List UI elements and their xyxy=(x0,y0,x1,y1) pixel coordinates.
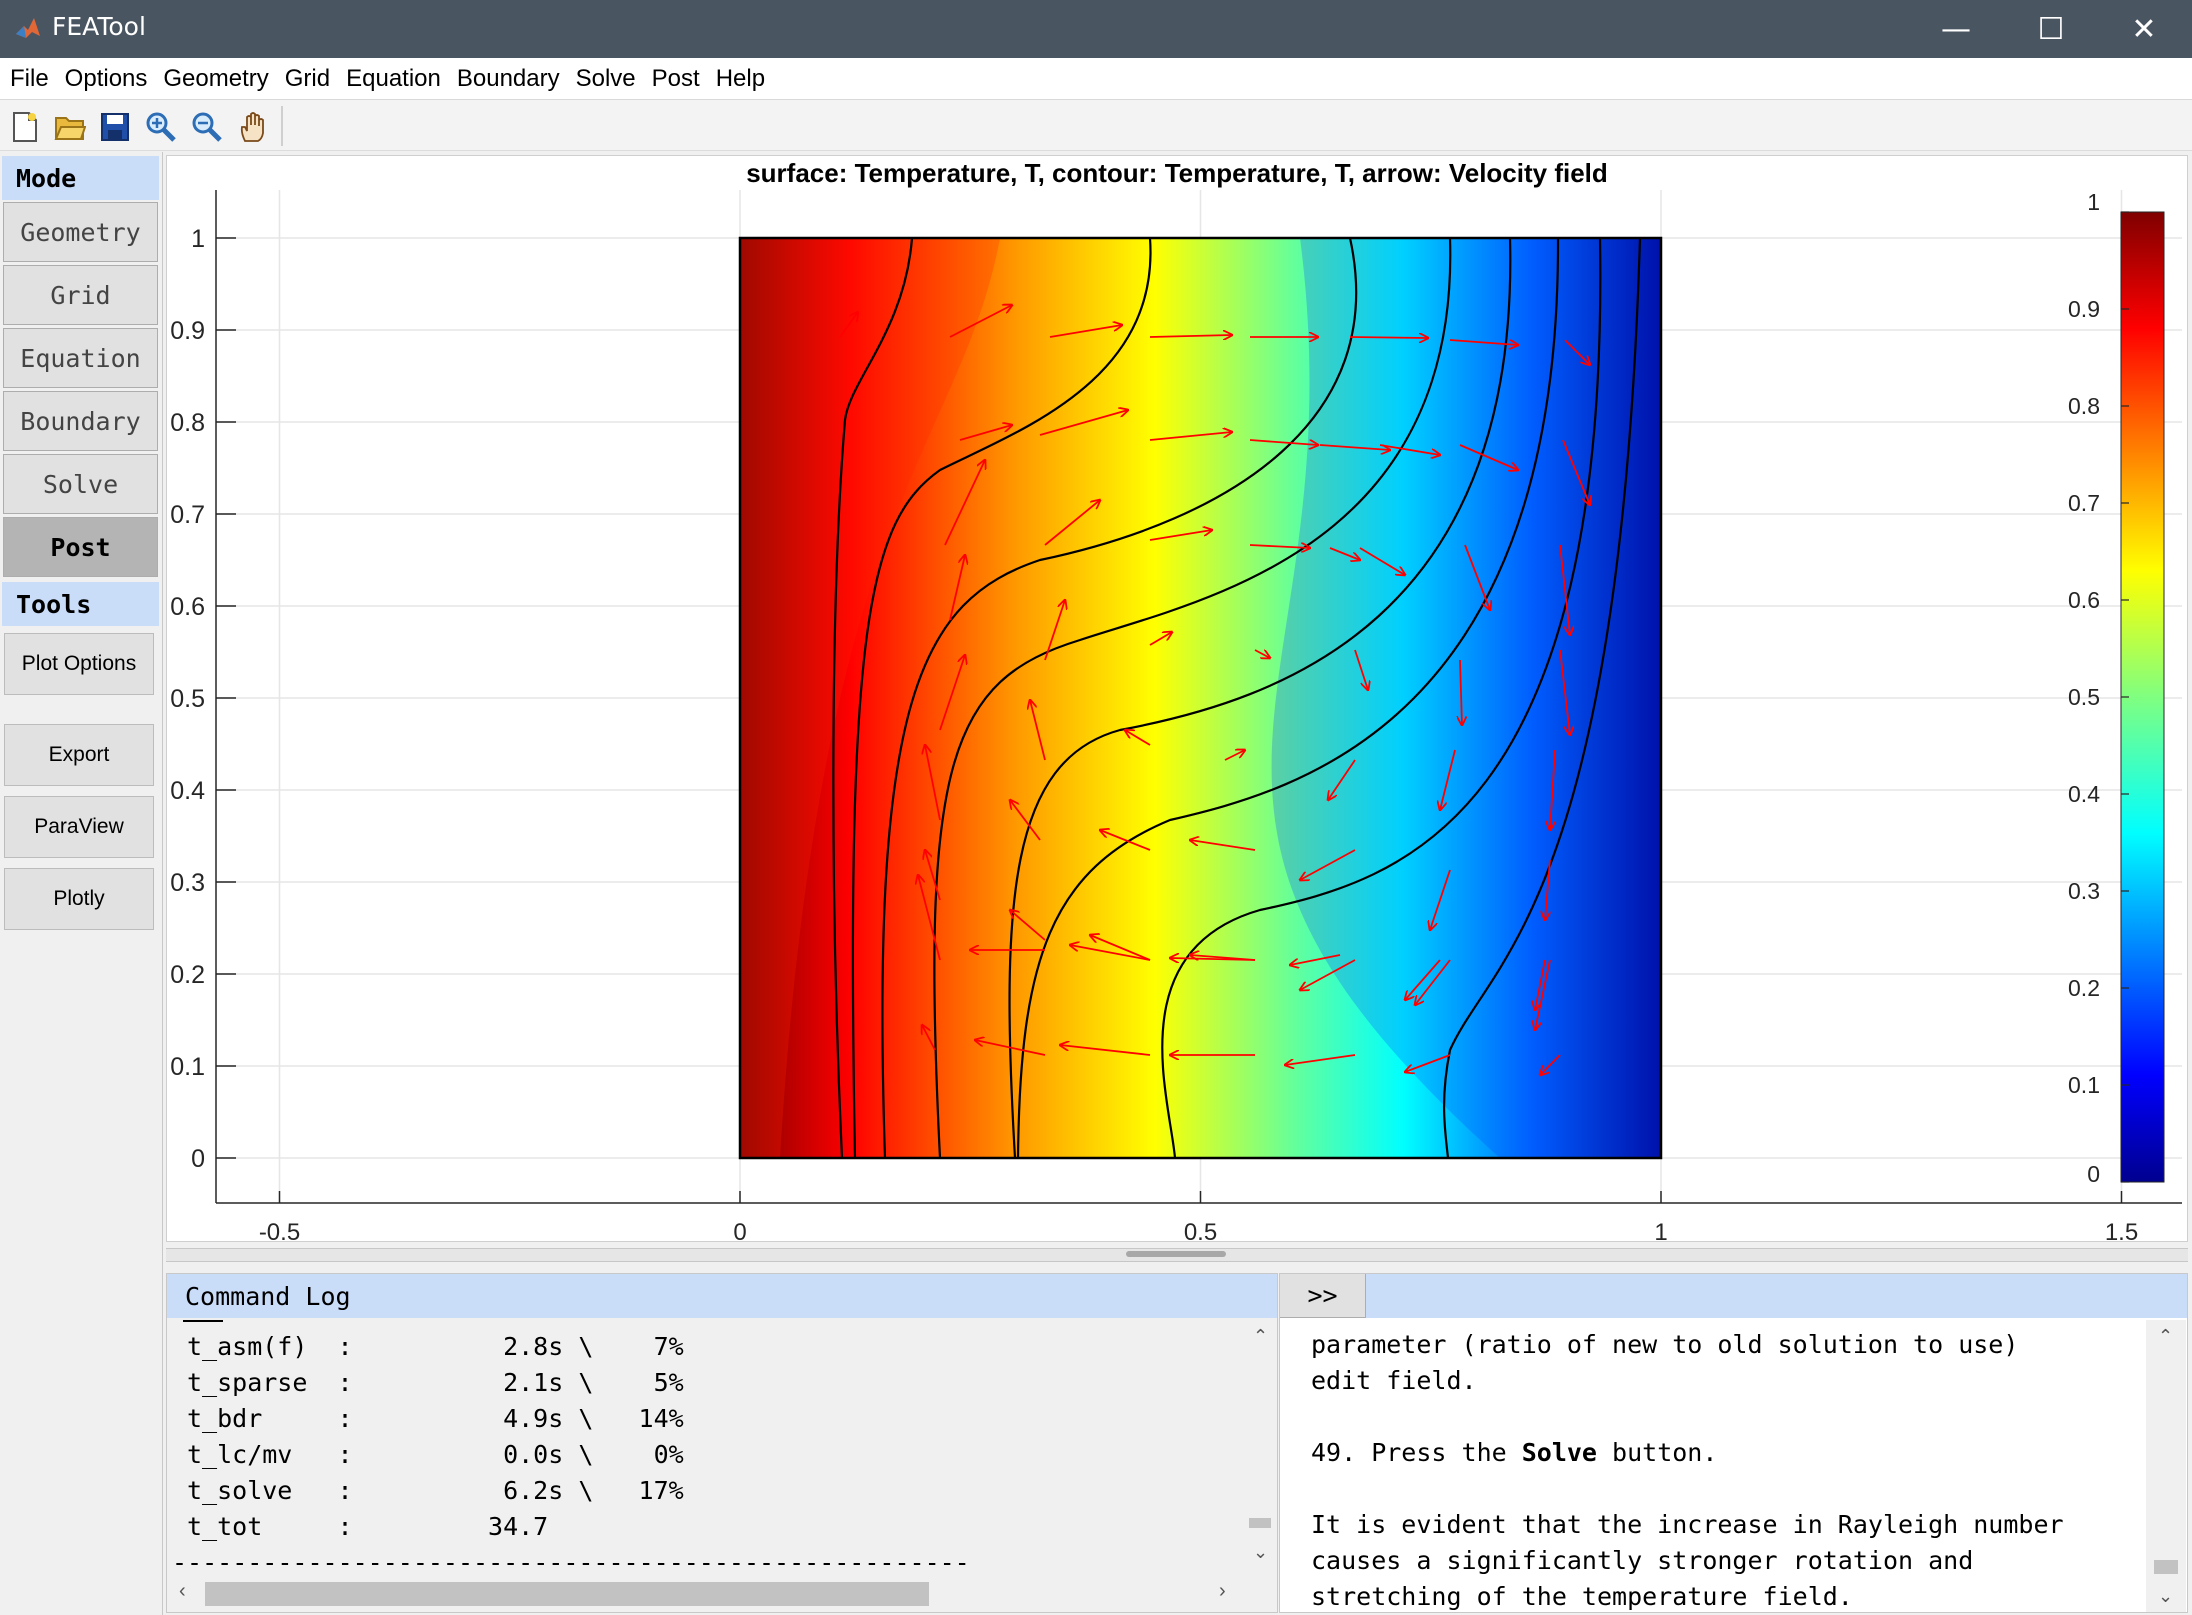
y-tick-label: 0.9 xyxy=(170,317,205,345)
log-line: t_solve : 6.2s \ 17% xyxy=(187,1476,684,1505)
x-axis-ticks: -0.5 0 0.5 1 1.5 xyxy=(259,1191,2138,1246)
colorbar-tick-label: 0.2 xyxy=(2068,975,2100,1001)
y-tick-label: 0.7 xyxy=(170,501,205,529)
y-axis-ticks: 0 0.1 0.2 0.3 0.4 0.5 0.6 0.7 0.8 0.9 1 xyxy=(170,225,236,1173)
x-tick-label: 1.5 xyxy=(2105,1219,2138,1246)
tutorial-line: It is evident that the increase in Rayle… xyxy=(1311,1510,2064,1539)
log-line: t_tot : 34.7 xyxy=(187,1512,549,1541)
scroll-right-icon[interactable]: › xyxy=(1219,1580,1226,1603)
log-line: t_lc/mv : 0.0s \ 0% xyxy=(187,1440,684,1469)
colorbar-tick-label: 0.6 xyxy=(2068,587,2100,613)
expand-toggle-button[interactable]: >> xyxy=(1280,1274,1366,1318)
velocity-arrow xyxy=(1349,337,1428,338)
panel-splitter[interactable] xyxy=(166,1248,2188,1262)
tutorial-vscroll-thumb[interactable] xyxy=(2154,1560,2178,1574)
command-log-header: Command Log xyxy=(167,1274,1277,1318)
colorbar-tick-label: 0.1 xyxy=(2068,1072,2100,1098)
scroll-down-icon[interactable]: ⌄ xyxy=(2158,1586,2173,1607)
step-solve-keyword: Solve xyxy=(1521,1438,1597,1467)
x-tick-label: 1 xyxy=(1654,1219,1667,1246)
colorbar-tick-label: 0.8 xyxy=(2068,393,2100,419)
log-line: t_sparse : 2.1s \ 5% xyxy=(187,1368,684,1397)
log-scrolled-line xyxy=(183,1320,223,1326)
tutorial-line: causes a significantly stronger rotation… xyxy=(1311,1546,1974,1575)
log-line: t_asm(f) : 2.8s \ 7% xyxy=(187,1332,684,1361)
tutorial-step: 49. Press the Solve button. xyxy=(1311,1438,1717,1467)
tutorial-panel: >> parameter (ratio of new to old soluti… xyxy=(1279,1273,2188,1613)
colorbar-tick-label: 1 xyxy=(2087,189,2100,215)
y-tick-label: 0.3 xyxy=(170,869,205,897)
log-vertical-scrollbar[interactable]: ⌃ ⌄ xyxy=(1245,1320,1275,1574)
x-tick-label: 0.5 xyxy=(1184,1219,1217,1246)
y-tick-label: 0.1 xyxy=(170,1053,205,1081)
y-tick-label: 0.6 xyxy=(170,593,205,621)
colorbar-tick-label: 0.7 xyxy=(2068,490,2100,516)
tutorial-vertical-scrollbar[interactable]: ⌃ ⌄ xyxy=(2146,1320,2186,1612)
log-line: t_bdr : 4.9s \ 14% xyxy=(187,1404,684,1433)
step-suffix: button. xyxy=(1596,1438,1718,1467)
tutorial-text: parameter (ratio of new to old solution … xyxy=(1280,1320,2144,1612)
tutorial-line: parameter (ratio of new to old solution … xyxy=(1311,1330,2019,1359)
colorbar-tick-label: 0.5 xyxy=(2068,684,2100,710)
temperature-surface xyxy=(740,238,1661,1158)
log-vscroll-thumb[interactable] xyxy=(1249,1518,1271,1528)
x-tick-label: -0.5 xyxy=(259,1219,300,1246)
log-line: ----------------------------------------… xyxy=(172,1548,970,1574)
splitter-handle[interactable] xyxy=(1126,1251,1226,1257)
log-horizontal-scrollbar[interactable]: ‹ › xyxy=(169,1576,1245,1610)
scroll-left-icon[interactable]: ‹ xyxy=(179,1580,186,1603)
tutorial-line: stretching of the temperature field. xyxy=(1311,1582,1853,1611)
colorbar-tick-label: 0.9 xyxy=(2068,296,2100,322)
y-tick-label: 0.4 xyxy=(170,777,205,805)
log-hscroll-thumb[interactable] xyxy=(205,1582,929,1606)
command-log-panel: Command Log t_asm(f) : 2.8s \ 7% t_spars… xyxy=(166,1273,1278,1613)
tutorial-line: edit field. xyxy=(1311,1366,1477,1395)
y-tick-label: 0.8 xyxy=(170,409,205,437)
y-tick-label: 0 xyxy=(191,1145,205,1173)
colorbar-ticks: 0 0.1 0.2 0.3 0.4 0.5 0.6 0.7 0.8 0.9 1 xyxy=(2068,189,2129,1187)
scroll-up-icon[interactable]: ⌃ xyxy=(1253,1326,1268,1347)
y-tick-label: 1 xyxy=(191,225,205,253)
tutorial-header xyxy=(1280,1274,2187,1318)
x-tick-label: 0 xyxy=(733,1219,746,1246)
colorbar-tick-label: 0.3 xyxy=(2068,878,2100,904)
scroll-down-icon[interactable]: ⌄ xyxy=(1253,1542,1268,1563)
y-tick-label: 0.2 xyxy=(170,961,205,989)
step-prefix: 49. Press the xyxy=(1311,1438,1522,1467)
command-log-text[interactable]: t_asm(f) : 2.8s \ 7% t_sparse : 2.1s \ 5… xyxy=(169,1320,1244,1574)
colorbar-tick-label: 0 xyxy=(2087,1161,2100,1187)
colorbar-tick-label: 0.4 xyxy=(2068,781,2100,807)
scroll-up-icon[interactable]: ⌃ xyxy=(2158,1326,2173,1347)
y-tick-label: 0.5 xyxy=(170,685,205,713)
